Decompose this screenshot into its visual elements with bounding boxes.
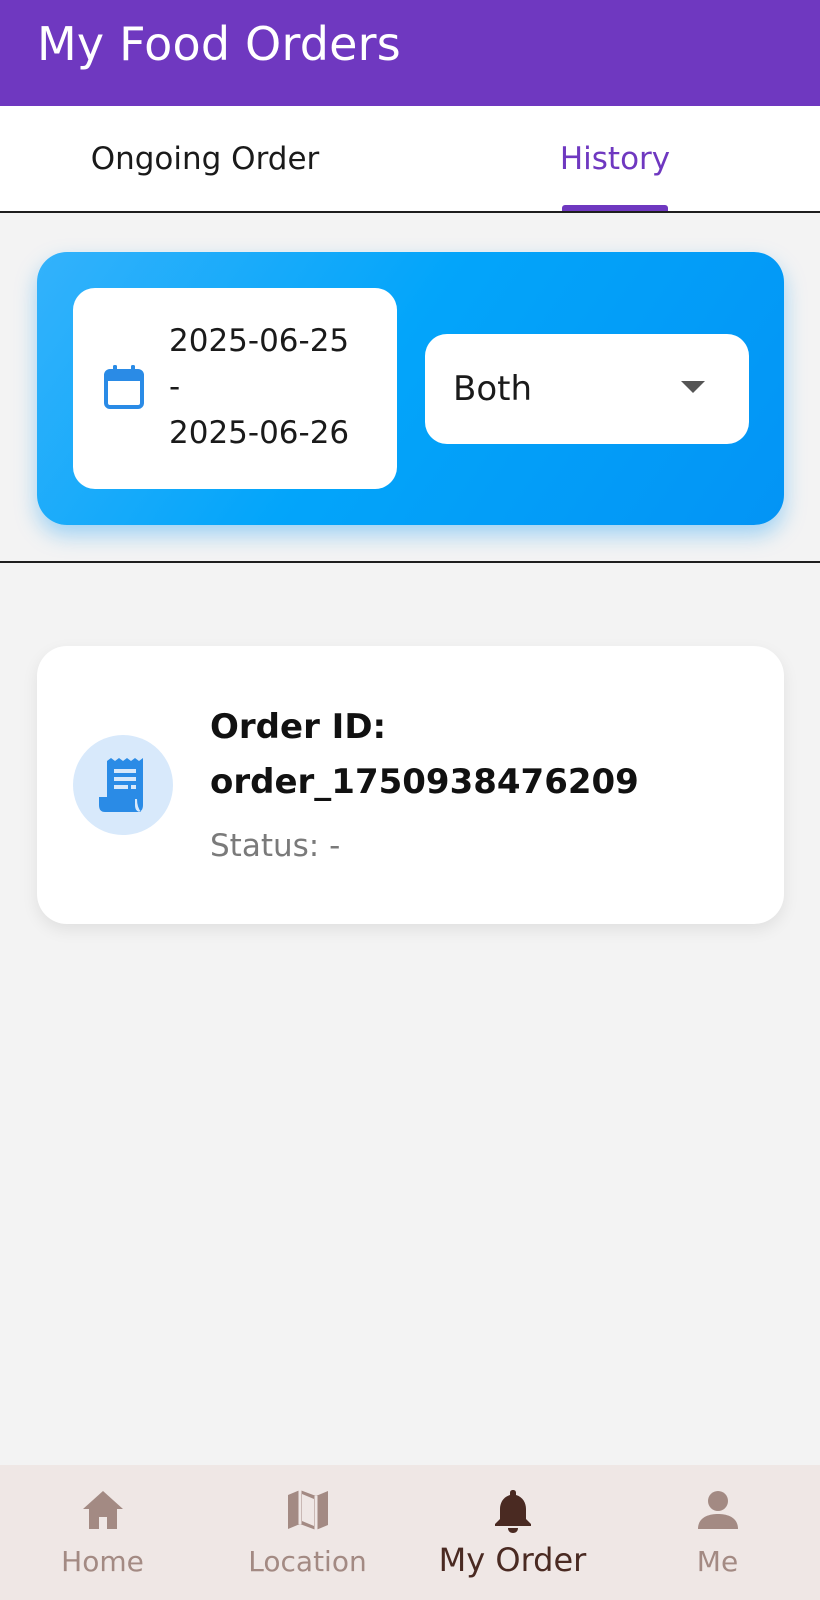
receipt-icon — [99, 758, 143, 812]
date-start: 2025-06-25 — [169, 323, 350, 359]
bell-icon — [495, 1490, 531, 1533]
page-title: My Food Orders — [37, 17, 401, 71]
nav-item-me[interactable]: Me — [615, 1465, 820, 1600]
order-id-value: order_1750938476209 — [210, 762, 639, 802]
section-divider — [0, 561, 820, 563]
order-status: Status: - — [210, 828, 341, 864]
nav-item-location[interactable]: Location — [205, 1465, 410, 1600]
date-separator: - — [169, 369, 181, 405]
dropdown-arrow-icon — [681, 381, 705, 393]
nav-label-home: Home — [61, 1545, 144, 1578]
tab-bar: Ongoing Order History — [0, 106, 820, 213]
map-icon — [288, 1490, 328, 1530]
person-icon — [698, 1491, 738, 1529]
order-card[interactable]: Order ID: order_1750938476209 Status: - — [37, 646, 784, 924]
date-range-text: 2025-06-25 - 2025-06-26 — [169, 318, 349, 456]
active-tab-indicator — [562, 205, 668, 211]
nav-item-my-order[interactable]: My Order — [410, 1465, 615, 1600]
app-root: My Food Orders Ongoing Order History 202… — [0, 0, 820, 1600]
filter-card: 2025-06-25 - 2025-06-26 Both — [37, 252, 784, 525]
nav-label-me: Me — [696, 1545, 739, 1578]
receipt-avatar — [73, 735, 173, 835]
nav-label-my-order: My Order — [438, 1541, 587, 1579]
order-id-label: Order ID: — [210, 707, 387, 747]
date-end: 2025-06-26 — [169, 415, 350, 451]
calendar-icon — [104, 365, 144, 409]
tab-ongoing-order[interactable]: Ongoing Order — [0, 106, 410, 211]
home-icon — [83, 1491, 123, 1529]
order-type-dropdown[interactable]: Both — [425, 334, 749, 444]
tab-history[interactable]: History — [410, 106, 820, 211]
nav-label-location: Location — [248, 1545, 367, 1578]
bottom-navigation: Home Location My Order Me — [0, 1465, 820, 1600]
order-title: Order ID: order_1750938476209 — [210, 700, 750, 810]
date-range-picker[interactable]: 2025-06-25 - 2025-06-26 — [73, 288, 397, 489]
app-bar: My Food Orders — [0, 0, 820, 106]
dropdown-selected-value: Both — [453, 369, 533, 409]
nav-item-home[interactable]: Home — [0, 1465, 205, 1600]
